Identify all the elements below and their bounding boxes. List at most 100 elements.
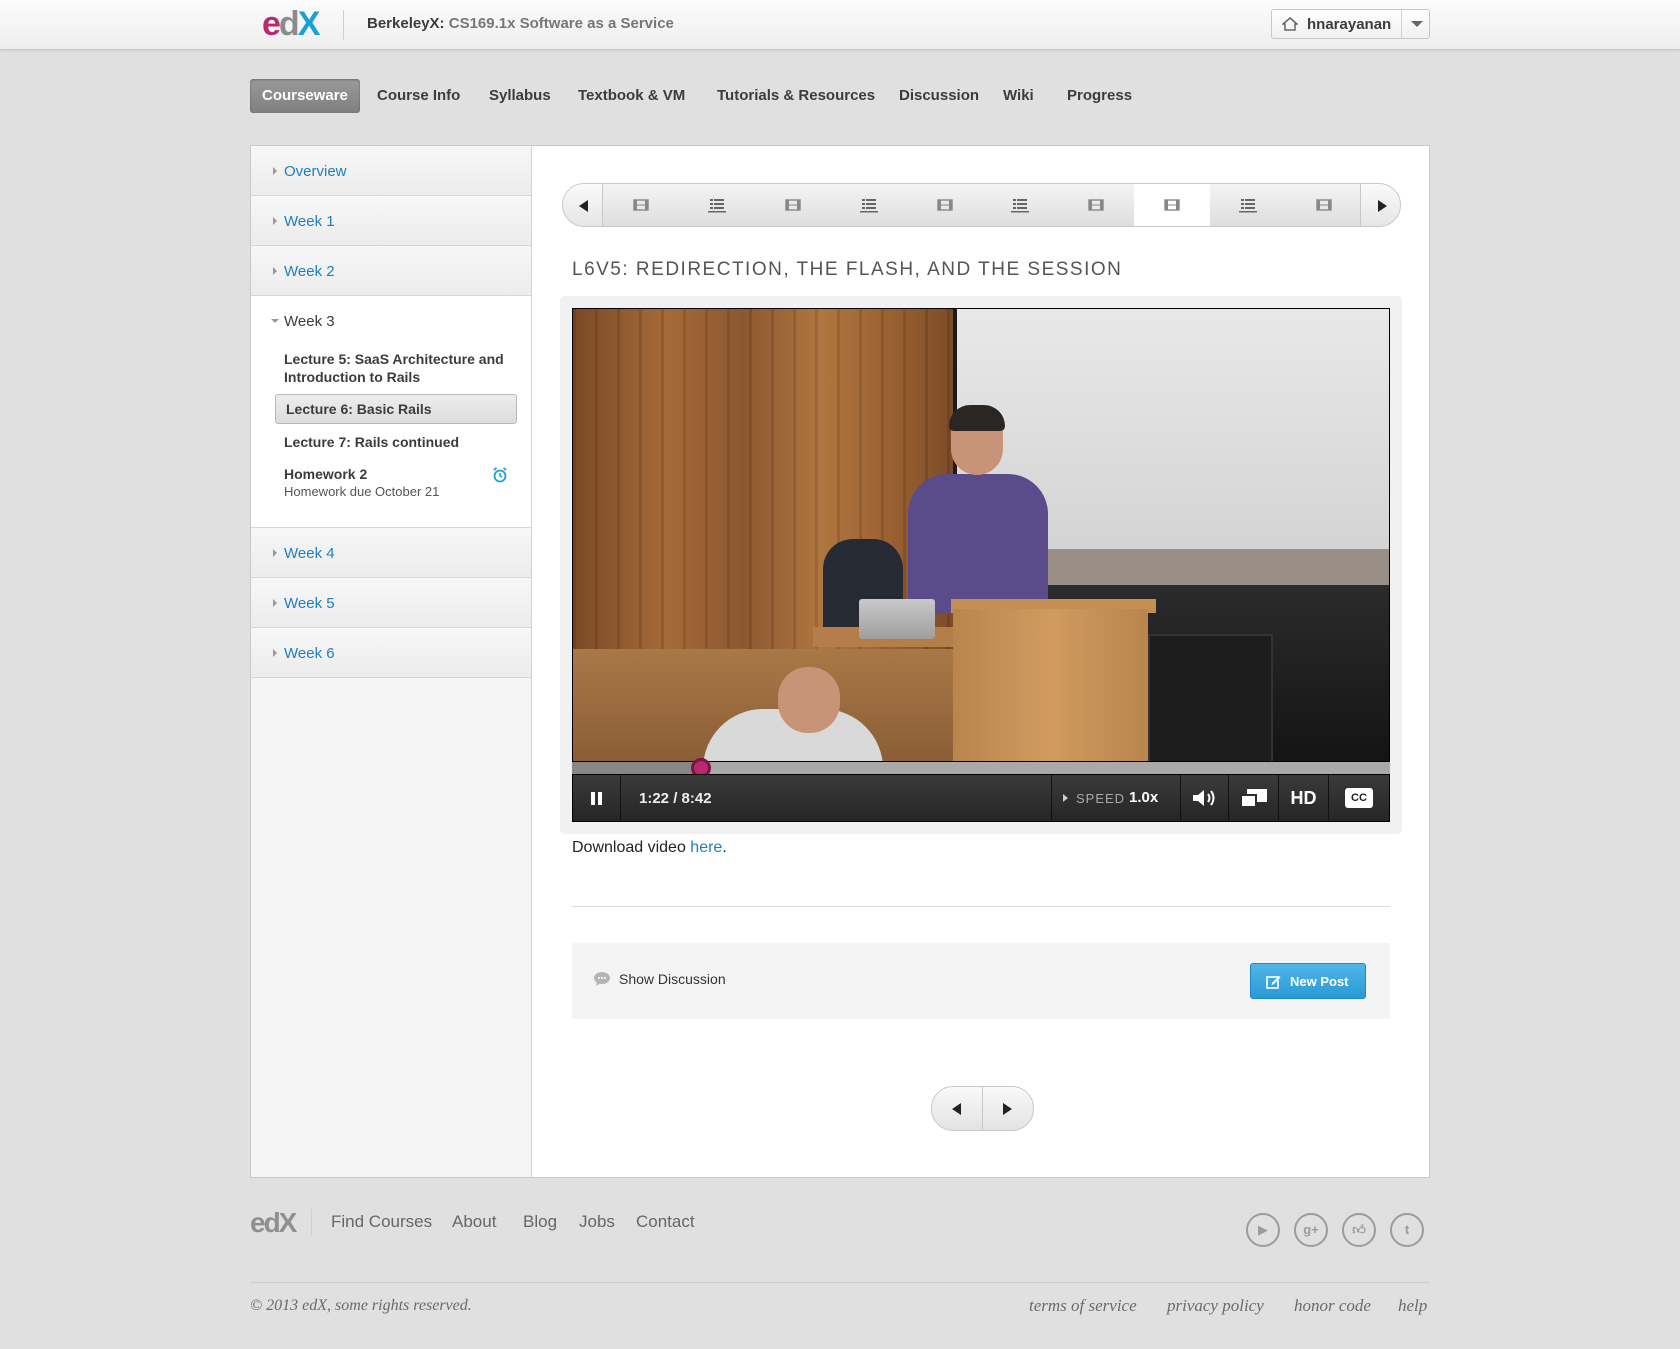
sidebar-chapter-week-3[interactable]: Week 3 Lecture 5: SaaS Architecture and … [251,296,531,528]
sidebar-chapter-week-6[interactable]: Week 6 [251,628,531,678]
footer-link-jobs[interactable]: Jobs [579,1212,615,1232]
bottom-sequence-nav [931,1086,1034,1131]
arrow-left-icon [952,1103,961,1115]
tab-course-info[interactable]: Course Info [377,79,460,113]
sequence-prev-button[interactable] [563,184,603,226]
speed-label: SPEED [1076,791,1126,806]
chevron-down-icon[interactable] [1411,21,1423,27]
username[interactable]: hnarayanan [1307,16,1391,33]
chapter-label: Week 1 [284,213,335,230]
section-label: Homework 2 [284,466,368,482]
arrow-left-icon [579,200,588,212]
footer-divider [311,1209,312,1235]
sequence-item[interactable] [755,184,831,226]
list-icon [707,199,726,213]
sidebar-chapter-week-1[interactable]: Week 1 [251,196,531,246]
sequence-item[interactable] [1134,184,1211,226]
tab-syllabus[interactable]: Syllabus [489,79,551,113]
copyright: © 2013 edX, some rights reserved. [250,1297,472,1314]
bottom-prev-button[interactable] [932,1087,983,1130]
due-date-text: Homework due October 21 [284,484,440,499]
sidebar-chapter-week-5[interactable]: Week 5 [251,578,531,628]
sequence-next-button[interactable] [1360,184,1400,226]
video-icon [1316,199,1332,211]
sidebar-section-lecture-7[interactable]: Lecture 7: Rails continued [284,433,504,451]
footer-link-contact[interactable]: Contact [636,1212,695,1232]
video-icon [633,199,649,211]
course-sidebar: Overview Week 1 Week 2 Week 3 Lecture 5:… [251,146,532,1177]
twitter-icon[interactable]: t [1390,1213,1424,1247]
header-divider [343,10,344,40]
course-org: BerkeleyX: [367,15,445,32]
top-header: edX BerkeleyX: CS169.1x Software as a Se… [0,0,1680,50]
sequence-item[interactable] [831,184,907,226]
sequence-item[interactable] [907,184,983,226]
new-post-label: New Post [1290,974,1349,989]
tab-courseware[interactable]: Courseware [250,79,360,113]
footer-logo[interactable]: edX [250,1207,297,1239]
chevron-right-icon [273,649,277,657]
sequence-item[interactable] [679,184,755,226]
sequence-item[interactable] [1210,184,1286,226]
tab-wiki[interactable]: Wiki [1003,79,1034,113]
video-controls: 1:22 / 8:42 SPEED 1.0x HD CC [572,774,1390,822]
sidebar-section-lecture-5[interactable]: Lecture 5: SaaS Architecture and Introdu… [284,350,504,386]
list-icon [1239,199,1258,213]
footer-link-help[interactable]: help [1398,1296,1427,1316]
sidebar-chapter-week-4[interactable]: Week 4 [251,528,531,578]
video-progress-slider[interactable] [572,758,1390,778]
volume-button[interactable] [1181,775,1229,821]
chevron-right-icon [273,167,277,175]
footer-link-honor-code[interactable]: honor code [1294,1296,1371,1316]
speed-button[interactable]: SPEED 1.0x [1051,775,1181,821]
youtube-icon[interactable]: ▶ [1246,1213,1280,1247]
fullscreen-button[interactable] [1229,775,1279,821]
footer-link-terms[interactable]: terms of service [1029,1296,1137,1316]
show-discussion-link[interactable]: Show Discussion [619,971,726,987]
sidebar-section-lecture-6[interactable]: Lecture 6: Basic Rails [275,394,517,424]
edx-logo[interactable]: edX [262,6,328,42]
progress-played [572,762,702,774]
hd-button[interactable]: HD [1279,775,1329,821]
sequence-item[interactable] [603,184,679,226]
pause-icon-bar [598,792,602,805]
speech-bubble-icon [594,972,610,986]
list-icon [1011,199,1030,213]
chapter-label: Week 3 [284,313,335,330]
tab-discussion[interactable]: Discussion [899,79,979,113]
sidebar-section-homework-2[interactable]: Homework 2 Homework due October 21 [284,465,504,501]
alarm-clock-icon [493,467,507,483]
sequence-item[interactable] [983,184,1059,226]
facebook-like-icon[interactable]: 👍︎ [1342,1213,1376,1247]
google-plus-icon[interactable]: g+ [1294,1213,1328,1247]
footer-link-blog[interactable]: Blog [523,1212,557,1232]
new-post-button[interactable]: New Post [1250,963,1366,999]
course-title: BerkeleyX: CS169.1x Software as a Servic… [367,15,674,32]
tab-tutorials-resources[interactable]: Tutorials & Resources [717,79,875,113]
sequence-item[interactable] [1058,184,1134,226]
content-divider [572,906,1390,907]
user-menu[interactable]: hnarayanan [1271,9,1430,39]
tab-progress[interactable]: Progress [1067,79,1132,113]
video-frame[interactable] [572,308,1390,762]
pause-button[interactable] [573,775,621,821]
tab-textbook-vm[interactable]: Textbook & VM [578,79,685,113]
sequence-item[interactable] [1286,184,1362,226]
main-container: Overview Week 1 Week 2 Week 3 Lecture 5:… [250,145,1430,1178]
discussion-module: Show Discussion New Post [572,943,1390,1019]
arrow-right-icon [1378,200,1387,212]
chapter-label: Week 2 [284,263,335,280]
footer-link-privacy[interactable]: privacy policy [1167,1296,1264,1316]
download-video-link[interactable]: here [690,839,722,856]
fullscreen-icon [1240,789,1267,808]
bottom-next-button[interactable] [983,1087,1033,1130]
video-icon [785,199,801,211]
footer-link-about[interactable]: About [452,1212,496,1232]
closed-captions-button[interactable]: CC [1329,775,1389,821]
footer-link-find-courses[interactable]: Find Courses [331,1212,432,1232]
sidebar-chapter-week-2[interactable]: Week 2 [251,246,531,296]
sidebar-chapter-overview[interactable]: Overview [251,146,531,196]
video-player: 1:22 / 8:42 SPEED 1.0x HD CC [560,296,1402,834]
footer-rule [250,1282,1430,1283]
chevron-down-icon [271,319,279,323]
